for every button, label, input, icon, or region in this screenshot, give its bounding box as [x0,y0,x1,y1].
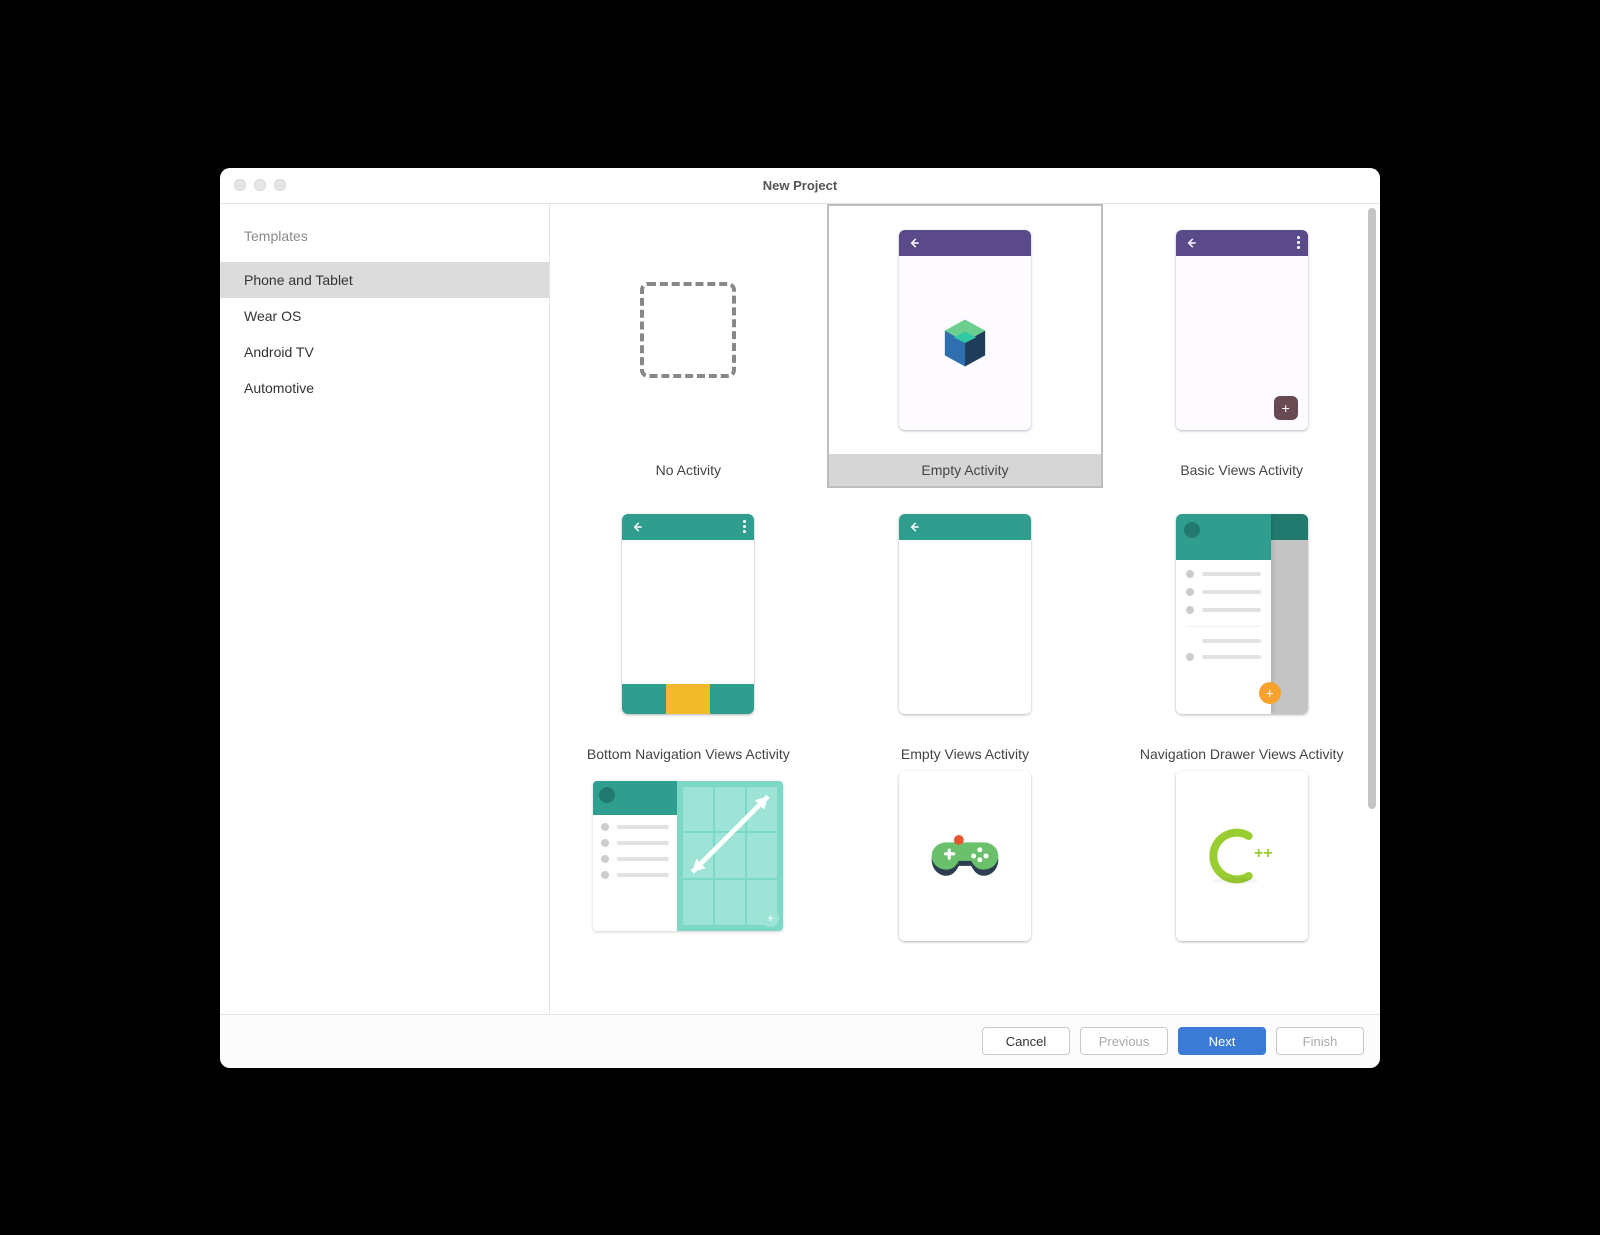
appbar [899,230,1031,256]
template-game-activity[interactable] [827,770,1104,940]
template-label: Empty Views Activity [827,738,1104,770]
template-basic-views-activity[interactable]: + Basic Views Activity [1103,204,1380,488]
template-thumbnail: ++ [1103,770,1380,940]
scrollbar-thumb[interactable] [1368,208,1376,810]
template-bottom-navigation-views-activity[interactable]: Bottom Navigation Views Activity [550,488,827,770]
traffic-lights [234,179,286,191]
window-title: New Project [763,178,837,193]
phone-body [899,540,1031,714]
phone-preview: ++ [1176,771,1308,941]
appbar [1176,230,1308,256]
template-grid-area: No Activity [550,204,1380,1014]
template-native-cpp[interactable]: ++ [1103,770,1380,940]
avatar-icon [599,787,615,803]
template-thumbnail [827,488,1104,738]
back-arrow-icon [907,236,921,250]
template-label: Basic Views Activity [1103,454,1380,486]
template-thumbnail [827,770,1104,940]
back-arrow-icon [630,520,644,534]
template-thumbnail [827,204,1104,454]
phone-preview: + [1176,230,1308,430]
game-controller-icon [928,831,1002,881]
sidebar-heading: Templates [220,228,549,262]
template-empty-activity[interactable]: Empty Activity [827,204,1104,488]
template-grid: No Activity [550,204,1380,960]
phone-body [622,540,754,714]
template-navigation-drawer-views-activity[interactable]: + Navigation Drawer Views Activity [1103,488,1380,770]
template-label: Navigation Drawer Views Activity [1103,738,1380,770]
template-empty-views-activity[interactable]: Empty Views Activity [827,488,1104,770]
phone-preview: + [1176,514,1308,714]
fab-plus-icon: + [1259,682,1281,704]
sidebar-item-label: Automotive [244,380,314,396]
sidebar: Templates Phone and Tablet Wear OS Andro… [220,204,550,1014]
next-button[interactable]: Next [1178,1027,1266,1055]
template-thumbnail [550,204,827,454]
sidebar-item-label: Phone and Tablet [244,272,353,288]
svg-text:++: ++ [1254,845,1273,862]
template-thumbnail: + [1103,488,1380,738]
footer-button-bar: Cancel Previous Next Finish [220,1014,1380,1068]
finish-button[interactable]: Finish [1276,1027,1364,1055]
sidebar-item-android-tv[interactable]: Android TV [220,334,549,370]
content: Templates Phone and Tablet Wear OS Andro… [220,204,1380,1014]
avatar-icon [1184,522,1200,538]
titlebar: New Project [220,168,1380,204]
fab-plus-icon: + [761,909,779,927]
previous-button[interactable]: Previous [1080,1027,1168,1055]
template-label: Bottom Navigation Views Activity [550,738,827,770]
compose-cube-icon [937,315,993,371]
nav-drawer-icon: + [1176,514,1271,714]
maximize-window-button[interactable] [274,179,286,191]
responsive-preview-icon: + [593,781,783,931]
template-no-activity[interactable]: No Activity [550,204,827,488]
sidebar-item-wear-os[interactable]: Wear OS [220,298,549,334]
dashed-square-icon [640,282,736,378]
phone-preview [622,514,754,714]
minimize-window-button[interactable] [254,179,266,191]
template-responsive-views-activity[interactable]: + [550,770,827,940]
appbar [899,514,1031,540]
cancel-button[interactable]: Cancel [982,1027,1070,1055]
appbar [622,514,754,540]
phone-preview [899,514,1031,714]
new-project-window: New Project Templates Phone and Tablet W… [220,168,1380,1068]
template-label: Empty Activity [827,454,1104,488]
sidebar-item-automotive[interactable]: Automotive [220,370,549,406]
back-arrow-icon [1184,236,1198,250]
fab-plus-icon: + [1274,396,1298,420]
scrollbar-vertical[interactable] [1366,206,1378,958]
back-arrow-icon [907,520,921,534]
sidebar-item-phone-tablet[interactable]: Phone and Tablet [220,262,549,298]
sidebar-item-label: Wear OS [244,308,301,324]
phone-preview [899,771,1031,941]
sidebar-item-label: Android TV [244,344,314,360]
phone-body: + [1176,256,1308,430]
template-thumbnail [550,488,827,738]
template-thumbnail: + [550,770,827,940]
overflow-menu-icon [743,520,746,533]
phone-preview [899,230,1031,430]
close-window-button[interactable] [234,179,246,191]
phone-body [899,256,1031,430]
template-label: No Activity [550,454,827,486]
bottom-nav-icon [622,684,754,714]
cpp-icon: ++ [1202,826,1282,886]
overflow-menu-icon [1297,236,1300,249]
template-thumbnail: + [1103,204,1380,454]
